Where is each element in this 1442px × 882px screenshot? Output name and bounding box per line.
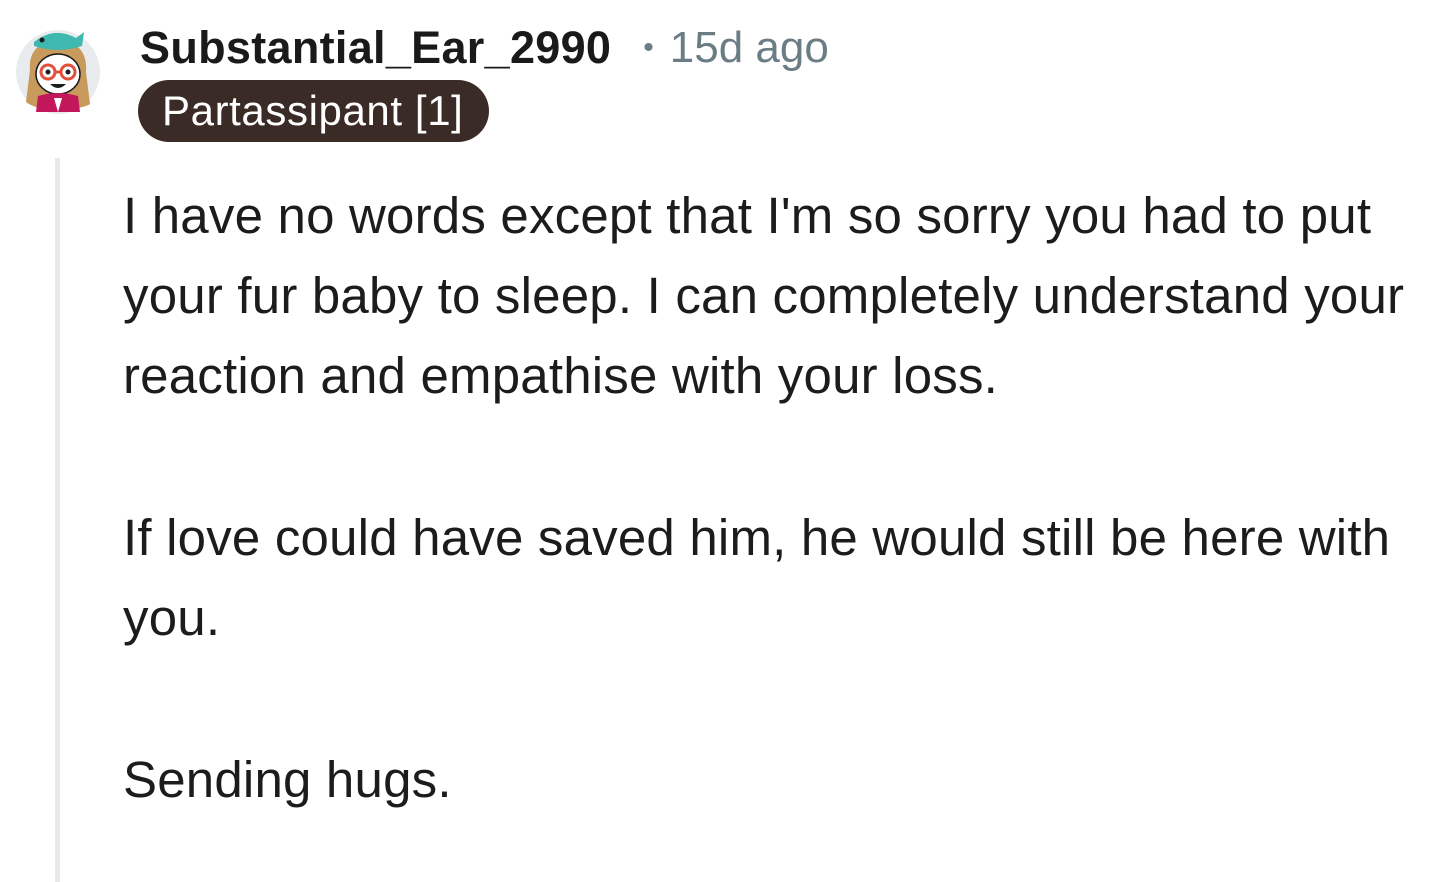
- comment-body: I have no words except that I'm so sorry…: [123, 176, 1435, 820]
- comment-timestamp[interactable]: 15d ago: [670, 23, 829, 73]
- thread-collapse-line[interactable]: [55, 158, 60, 882]
- avatar[interactable]: [14, 24, 102, 114]
- author-username[interactable]: Substantial_Ear_2990: [140, 22, 611, 74]
- comment: Substantial_Ear_2990 • 15d ago Partassip…: [0, 0, 1442, 882]
- comment-header: Substantial_Ear_2990 • 15d ago: [140, 20, 829, 76]
- meta-separator: •: [643, 31, 654, 64]
- snoo-avatar-icon: [16, 30, 100, 114]
- comment-paragraph: If love could have saved him, he would s…: [123, 509, 1391, 646]
- user-flair-badge[interactable]: Partassipant [1]: [138, 80, 490, 142]
- comment-paragraph: Sending hugs.: [123, 751, 452, 808]
- comment-paragraph: I have no words except that I'm so sorry…: [123, 187, 1405, 404]
